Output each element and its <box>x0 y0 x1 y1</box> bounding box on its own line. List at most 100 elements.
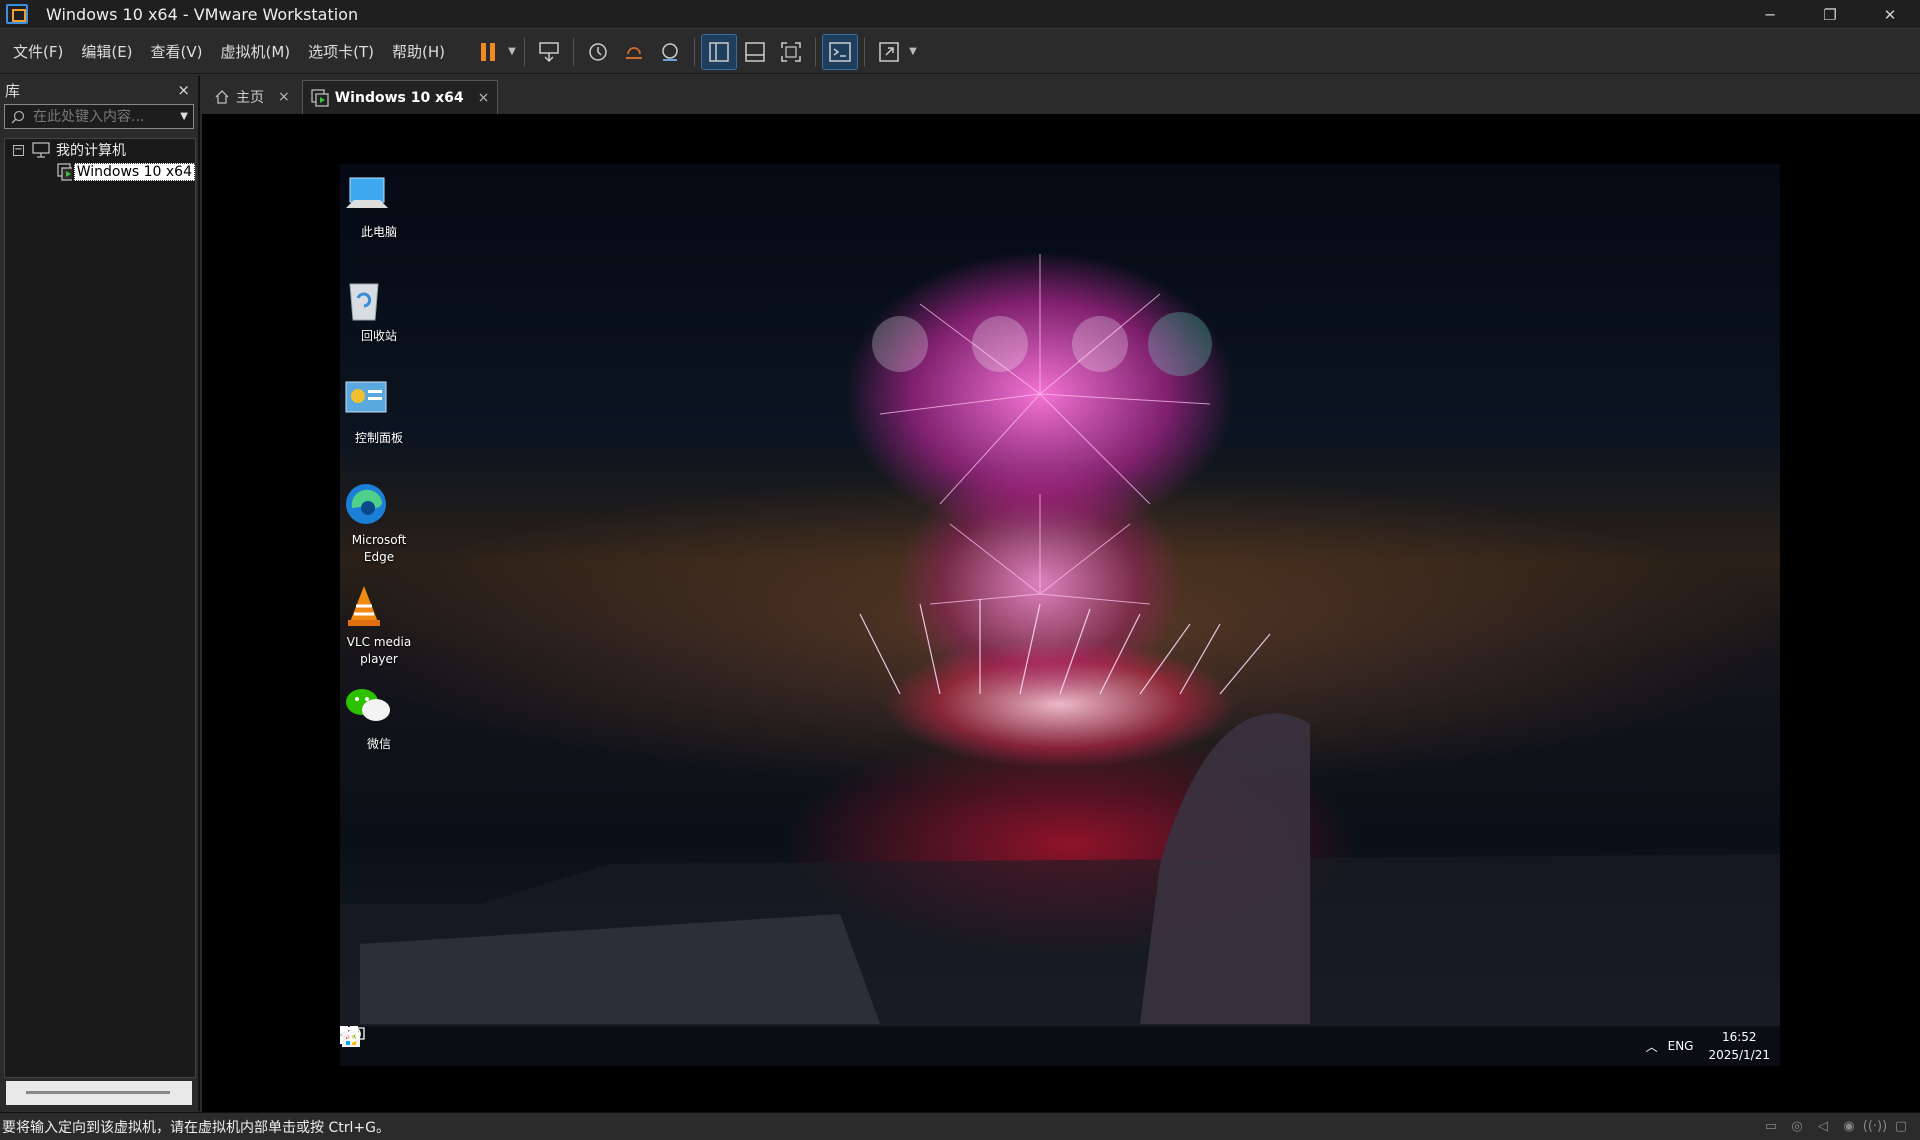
computer-icon <box>346 174 402 220</box>
clock[interactable]: 16:52 2025/1/21 <box>1708 1028 1770 1064</box>
clock-date: 2025/1/21 <box>1708 1048 1770 1062</box>
console-view-icon[interactable] <box>822 33 859 70</box>
input-language[interactable]: ENG <box>1668 1039 1694 1053</box>
wechat-icon <box>346 686 402 732</box>
tab-label: 主页 <box>236 90 264 106</box>
tab-strip: 主页 × Windows 10 x64 × <box>202 76 1920 114</box>
desktop-icon-control-panel[interactable]: 控制面板 <box>344 380 414 447</box>
library-close-icon[interactable]: × <box>177 81 190 99</box>
snapshot-icon[interactable] <box>581 35 615 69</box>
taskbar: ︿ ENG 16:52 2025/1/21 <box>340 1026 1780 1066</box>
desktop-icon-vlc[interactable]: VLC media player <box>344 584 414 668</box>
desktop-icon-edge[interactable]: Microsoft Edge <box>344 482 414 566</box>
tree-node-my-computer[interactable]: − 我的计算机 <box>5 139 195 161</box>
chevron-down-icon[interactable]: ▼ <box>907 46 919 57</box>
title-bar: Windows 10 x64 - VMware Workstation ─ ❐ … <box>0 0 1920 29</box>
menu-edit[interactable]: 编辑(E) <box>72 30 141 74</box>
scrollbar-thumb[interactable] <box>26 1091 170 1094</box>
chevron-down-icon[interactable]: ▼ <box>506 46 518 57</box>
library-search[interactable]: ▼ <box>4 104 194 129</box>
tree-node-vm[interactable]: Windows 10 x64 <box>5 161 195 183</box>
desktop-icon-wechat[interactable]: 微信 <box>344 686 414 753</box>
vmware-logo-icon <box>6 4 28 24</box>
tab-label: Windows 10 x64 <box>334 89 464 106</box>
desktop-icon-label: 此电脑 <box>360 225 397 239</box>
device-status-icons: ▭ ◎ ◁ ◉ ((·)) ▢ <box>1758 1119 1914 1134</box>
show-library-icon[interactable] <box>701 33 738 70</box>
status-message: 要将输入定向到该虚拟机，请在虚拟机内部单击或按 Ctrl+G。 <box>2 1119 390 1136</box>
desktop-icon-label: 微信 <box>366 737 391 751</box>
horizontal-scrollbar[interactable] <box>6 1081 192 1105</box>
toolbar-separator <box>573 37 575 66</box>
computer-icon <box>32 142 50 158</box>
thumbnail-bar-icon[interactable] <box>738 35 772 69</box>
task-view-button[interactable] <box>340 1026 484 1066</box>
cd-dvd-icon[interactable]: ◎ <box>1784 1119 1810 1134</box>
menu-help[interactable]: 帮助(H) <box>383 30 454 74</box>
hard-disk-icon[interactable]: ▭ <box>1758 1119 1784 1134</box>
desktop-icon-label: VLC media player <box>346 635 412 666</box>
network-adapter-icon[interactable]: ((·)) <box>1862 1119 1888 1134</box>
system-tray: ︿ ENG 16:52 2025/1/21 <box>345 1026 1780 1066</box>
tab-close-icon[interactable]: × <box>278 89 290 105</box>
library-panel: 库 × ▼ − 我的计算机 Windows 10 x64 <box>0 76 200 1111</box>
toolbar-separator <box>864 37 866 66</box>
menu-vm[interactable]: 虚拟机(M) <box>212 30 300 74</box>
desktop-icon-label: 控制面板 <box>354 431 403 445</box>
search-input[interactable] <box>33 108 163 125</box>
tab-vm[interactable]: Windows 10 x64 × <box>301 80 499 114</box>
home-icon <box>215 90 229 104</box>
library-tree: − 我的计算机 Windows 10 x64 <box>4 138 196 1078</box>
menu-toolbar: 文件(F) 编辑(E) 查看(V) 虚拟机(M) 选项卡(T) 帮助(H) ▼ <box>0 30 1920 74</box>
tree-label: Windows 10 x64 <box>73 163 195 181</box>
tree-label: 我的计算机 <box>56 143 126 159</box>
desktop-icon-recycle-bin[interactable]: 回收站 <box>344 278 414 345</box>
tab-close-icon[interactable]: × <box>478 90 490 106</box>
search-icon <box>11 110 25 124</box>
vm-console[interactable]: 此电脑 回收站 控制面板 Microsoft Edge VLC media pl… <box>202 114 1920 1112</box>
tab-home[interactable]: 主页 × <box>206 80 298 114</box>
fireworks-wallpaper <box>340 254 1780 1066</box>
sound-icon[interactable]: ◁ <box>1810 1119 1836 1134</box>
send-ctrl-alt-del-icon[interactable] <box>532 35 566 69</box>
chevron-down-icon[interactable]: ▼ <box>180 111 188 122</box>
clock-time: 16:52 <box>1721 1030 1757 1044</box>
toolbar-separator <box>524 37 526 66</box>
toolbar: ▼ ▼ <box>470 33 919 70</box>
menu-view[interactable]: 查看(V) <box>142 30 212 74</box>
desktop-icon-this-pc[interactable]: 此电脑 <box>344 174 414 241</box>
collapse-icon[interactable]: − <box>13 144 24 156</box>
full-screen-icon[interactable] <box>774 35 808 69</box>
vm-running-icon <box>311 88 329 107</box>
status-bar: 要将输入定向到该虚拟机，请在虚拟机内部单击或按 Ctrl+G。 ▭ ◎ ◁ ◉ … <box>0 1112 1920 1140</box>
minimize-icon[interactable]: ─ <box>1740 0 1800 29</box>
restore-icon[interactable]: ❐ <box>1800 0 1860 29</box>
menu-tabs[interactable]: 选项卡(T) <box>299 30 383 74</box>
vm-running-icon <box>57 163 72 181</box>
library-title: 库 <box>5 81 21 100</box>
vlc-icon <box>348 584 402 630</box>
search-button[interactable] <box>340 1026 436 1066</box>
revert-snapshot-icon[interactable] <box>617 35 651 69</box>
message-log-icon[interactable]: ▢ <box>1888 1119 1914 1134</box>
menu-file[interactable]: 文件(F) <box>4 30 72 74</box>
chevron-up-icon[interactable]: ︿ <box>1646 1038 1658 1055</box>
close-icon[interactable]: ✕ <box>1860 0 1920 29</box>
window-controls: ─ ❐ ✕ <box>1740 0 1920 29</box>
vmware-window: Windows 10 x64 - VMware Workstation ─ ❐ … <box>0 0 1920 1140</box>
toolbar-separator <box>694 37 696 66</box>
toolbar-separator <box>815 37 817 66</box>
desktop-icon-label: Microsoft Edge <box>351 533 407 564</box>
snapshot-manager-icon[interactable] <box>653 35 687 69</box>
desktop-icon-label: 回收站 <box>360 329 397 343</box>
edge-icon <box>346 482 402 528</box>
usb-icon[interactable]: ◉ <box>1836 1119 1862 1134</box>
notification-icon[interactable] <box>348 1026 366 1044</box>
guest-desktop[interactable]: 此电脑 回收站 控制面板 Microsoft Edge VLC media pl… <box>340 164 1780 1066</box>
pause-icon[interactable] <box>471 35 505 69</box>
store-button[interactable] <box>342 1026 532 1066</box>
library-header: 库 × <box>0 76 198 104</box>
recycle-bin-icon <box>349 278 402 324</box>
stretch-guest-icon[interactable] <box>872 35 906 69</box>
window-title: Windows 10 x64 - VMware Workstation <box>46 4 359 24</box>
